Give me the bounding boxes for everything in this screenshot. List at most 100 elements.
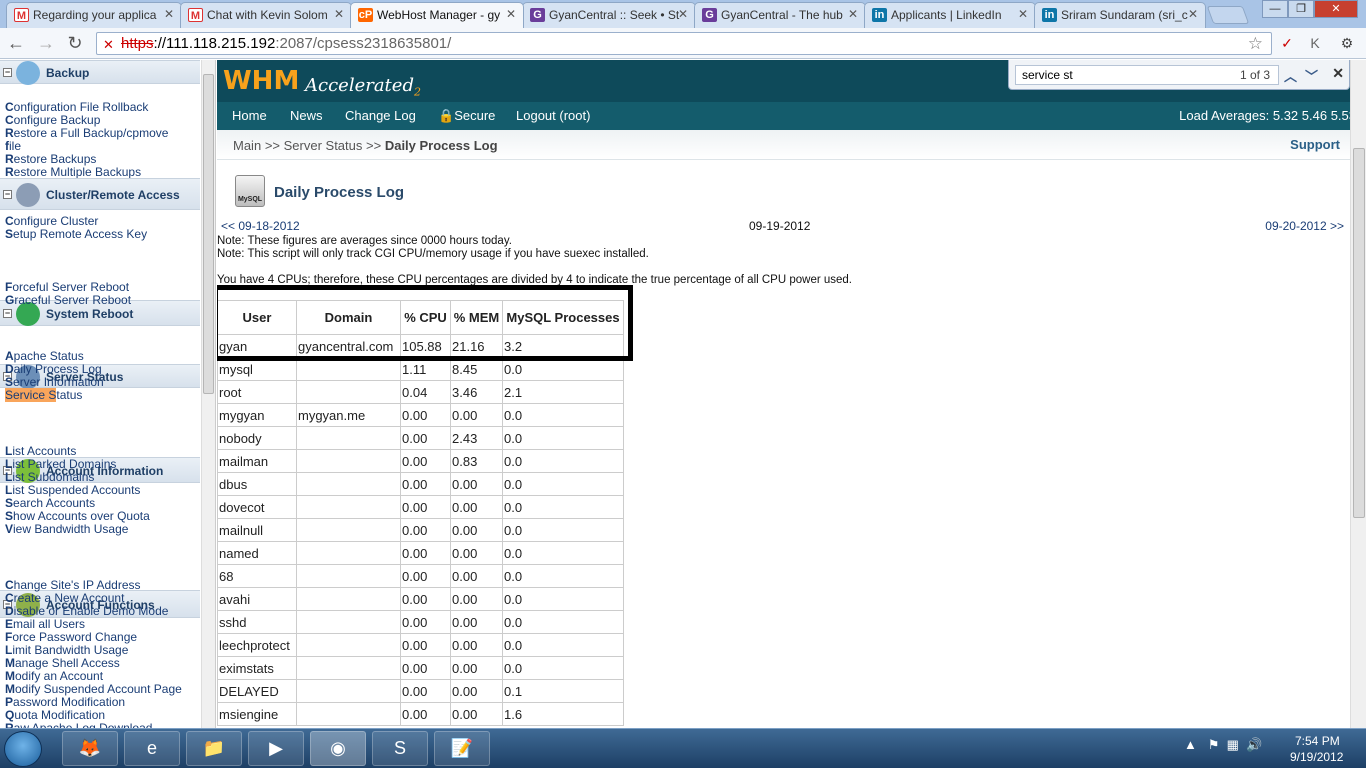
table-cell: 0.0 — [502, 403, 624, 427]
address-bar[interactable]: ✕ https://111.118.215.192:2087/cpsess2318… — [96, 32, 1272, 55]
find-next-icon[interactable]: ﹀ — [1305, 66, 1318, 85]
sidebar-item-setup-remote-access-key[interactable]: Setup Remote Access Key — [5, 227, 147, 241]
sidebar-item-configure-backup[interactable]: Configure Backup — [5, 113, 100, 127]
close-tab-icon[interactable]: ✕ — [1188, 7, 1198, 21]
clock-time[interactable]: 7:54 PM — [1295, 734, 1340, 748]
network-icon[interactable]: ▦ — [1227, 737, 1239, 752]
sidebar-item-restore-backups[interactable]: Restore Backups — [5, 152, 96, 166]
sidebar-item-force-password-change[interactable]: Force Password Change — [5, 630, 137, 644]
sidebar-item-list-subdomains[interactable]: List Subdomains — [5, 470, 94, 484]
extension-k-icon[interactable]: K — [1306, 34, 1324, 52]
tab-gmail-1[interactable]: M Regarding your applica ✕ — [6, 2, 182, 28]
main-scrollbar[interactable] — [1350, 60, 1366, 728]
close-tab-icon[interactable]: ✕ — [678, 7, 688, 21]
tab-linkedin-applicants[interactable]: in Applicants | LinkedIn ✕ — [864, 2, 1036, 28]
sidebar-item-list-accounts[interactable]: List Accounts — [5, 444, 76, 458]
nav-news[interactable]: News — [290, 108, 323, 123]
media-player-icon[interactable]: ▶ — [248, 731, 304, 766]
sidebar-scrollbar[interactable] — [201, 60, 215, 728]
sidebar-item-email-all-users[interactable]: Email all Users — [5, 617, 85, 631]
explorer-folder-icon[interactable]: 📁 — [186, 731, 242, 766]
sidebar-item-modify-suspended-account-page[interactable]: Modify Suspended Account Page — [5, 682, 182, 696]
tab-webhost-manager[interactable]: cP WebHost Manager - gy ✕ — [350, 2, 524, 28]
browser-toolbar: ← → ↻ ✕ https://111.118.215.192:2087/cpse… — [0, 28, 1366, 59]
sidebar-item-apache-status[interactable]: Apache Status — [5, 349, 84, 363]
reload-button[interactable]: ↻ — [63, 31, 87, 55]
minimize-button[interactable]: — — [1262, 0, 1288, 18]
tab-gmail-2[interactable]: M Chat with Kevin Solom ✕ — [180, 2, 352, 28]
nav-logout[interactable]: Logout (root) — [516, 108, 590, 123]
wrench-menu-icon[interactable]: ⚙ — [1338, 34, 1356, 52]
sidebar-item-configure-cluster[interactable]: Configure Cluster — [5, 214, 98, 228]
close-tab-icon[interactable]: ✕ — [334, 7, 344, 21]
new-tab-button[interactable] — [1206, 6, 1250, 24]
sidebar-item-graceful-server-reboot[interactable]: Graceful Server Reboot — [5, 293, 131, 307]
sidebar-item-daily-process-log[interactable]: Daily Process Log — [5, 362, 102, 376]
maximize-button[interactable]: ❐ — [1288, 0, 1314, 18]
sidebar-item-initial: M — [5, 669, 15, 683]
previous-date-link[interactable]: << 09-18-2012 — [221, 219, 300, 233]
nav-secure[interactable]: 🔒Secure — [438, 108, 495, 124]
extension-icon[interactable]: ✓ — [1278, 34, 1296, 52]
sidebar-item-search-accounts[interactable]: Search Accounts — [5, 496, 95, 510]
sidebar-item-server-information[interactable]: Server Information — [5, 375, 104, 389]
sidebar-item-change-site-s-ip-address[interactable]: Change Site's IP Address — [5, 578, 141, 592]
collapse-icon[interactable]: − — [3, 309, 12, 318]
volume-icon[interactable]: 🔊 — [1246, 737, 1262, 752]
table-row: mysql 1.11 8.45 0.0 — [217, 357, 624, 381]
sidebar-item-forceful-server-reboot[interactable]: Forceful Server Reboot — [5, 280, 129, 294]
sidebar-item-limit-bandwidth-usage[interactable]: Limit Bandwidth Usage — [5, 643, 128, 657]
internet-explorer-icon[interactable]: e — [124, 731, 180, 766]
nav-change-log[interactable]: Change Log — [345, 108, 416, 123]
collapse-icon[interactable]: − — [3, 190, 12, 199]
clock-date[interactable]: 9/19/2012 — [1290, 750, 1343, 764]
sidebar-item-modify-an-account[interactable]: Modify an Account — [5, 669, 103, 683]
main-scrollbar-thumb[interactable] — [1353, 148, 1365, 518]
sidebar-item-create-a-new-account[interactable]: Create a New Account — [5, 591, 124, 605]
sidebar-item-password-modification[interactable]: Password Modification — [5, 695, 125, 709]
sidebar-item-disable-or-enable-demo-mode[interactable]: Disable or Enable Demo Mode — [5, 604, 168, 618]
sidebar-item-quota-modification[interactable]: Quota Modification — [5, 708, 105, 722]
close-tab-icon[interactable]: ✕ — [1018, 7, 1028, 21]
tray-expand-icon[interactable]: ▲ — [1184, 737, 1197, 752]
sidebar-scrollbar-thumb[interactable] — [203, 74, 214, 394]
sidebar-item-restore-multiple-backups[interactable]: Restore Multiple Backups — [5, 165, 141, 179]
sidebar-item-manage-shell-access[interactable]: Manage Shell Access — [5, 656, 120, 670]
sidebar-section-cluster-remote-access[interactable]: − Cluster/Remote Access — [0, 178, 200, 210]
notepad-icon[interactable]: 📝 — [434, 731, 490, 766]
sidebar-item-file[interactable]: file — [5, 139, 21, 153]
close-tab-icon[interactable]: ✕ — [506, 7, 516, 21]
close-tab-icon[interactable]: ✕ — [848, 7, 858, 21]
sidebar-item-raw-apache-log-download[interactable]: Raw Apache Log Download — [5, 721, 152, 728]
flag-icon[interactable]: ⚑ — [1208, 737, 1220, 752]
tab-linkedin-sriram[interactable]: in Sriram Sundaram (sri_c ✕ — [1034, 2, 1206, 28]
sidebar-section-backup[interactable]: − Backup — [0, 60, 200, 85]
tab-gyancentral-seek[interactable]: G GyanCentral :: Seek • St ✕ — [522, 2, 696, 28]
sidebar-item-configuration-file-rollback[interactable]: Configuration File Rollback — [5, 100, 148, 114]
next-date-link[interactable]: 09-20-2012 >> — [1265, 219, 1344, 233]
back-button[interactable]: ← — [4, 31, 28, 55]
skype-icon[interactable]: S — [372, 731, 428, 766]
firefox-icon[interactable]: 🦊 — [62, 731, 118, 766]
whm-logo[interactable]: WHM — [223, 66, 299, 96]
find-close-icon[interactable]: ✕ — [1332, 65, 1344, 82]
collapse-icon[interactable]: − — [3, 68, 12, 77]
window-close-button[interactable]: ✕ — [1314, 0, 1358, 18]
start-button[interactable] — [4, 731, 42, 767]
sidebar-item-view-bandwidth-usage[interactable]: View Bandwidth Usage — [5, 522, 128, 536]
breadcrumb-server-status[interactable]: Server Status — [284, 138, 363, 153]
nav-home[interactable]: Home — [232, 108, 267, 123]
tab-gyancentral-hub[interactable]: G GyanCentral - The hub ✕ — [694, 2, 866, 28]
find-previous-icon[interactable]: ︿ — [1284, 66, 1297, 85]
sidebar-item-service-status[interactable]: Service Status — [5, 388, 82, 402]
sidebar-item-list-suspended-accounts[interactable]: List Suspended Accounts — [5, 483, 140, 497]
support-link[interactable]: Support — [1290, 137, 1340, 152]
bookmark-star-icon[interactable]: ☆ — [1248, 33, 1263, 54]
sidebar-item-show-accounts-over-quota[interactable]: Show Accounts over Quota — [5, 509, 150, 523]
sidebar-item-restore-a-full-backup-cpmove[interactable]: Restore a Full Backup/cpmove — [5, 126, 168, 140]
close-tab-icon[interactable]: ✕ — [164, 7, 174, 21]
chrome-icon[interactable]: ◉ — [310, 731, 366, 766]
sidebar-item-list-parked-domains[interactable]: List Parked Domains — [5, 457, 116, 471]
forward-button[interactable]: → — [34, 31, 58, 55]
breadcrumb-main[interactable]: Main — [233, 138, 261, 153]
